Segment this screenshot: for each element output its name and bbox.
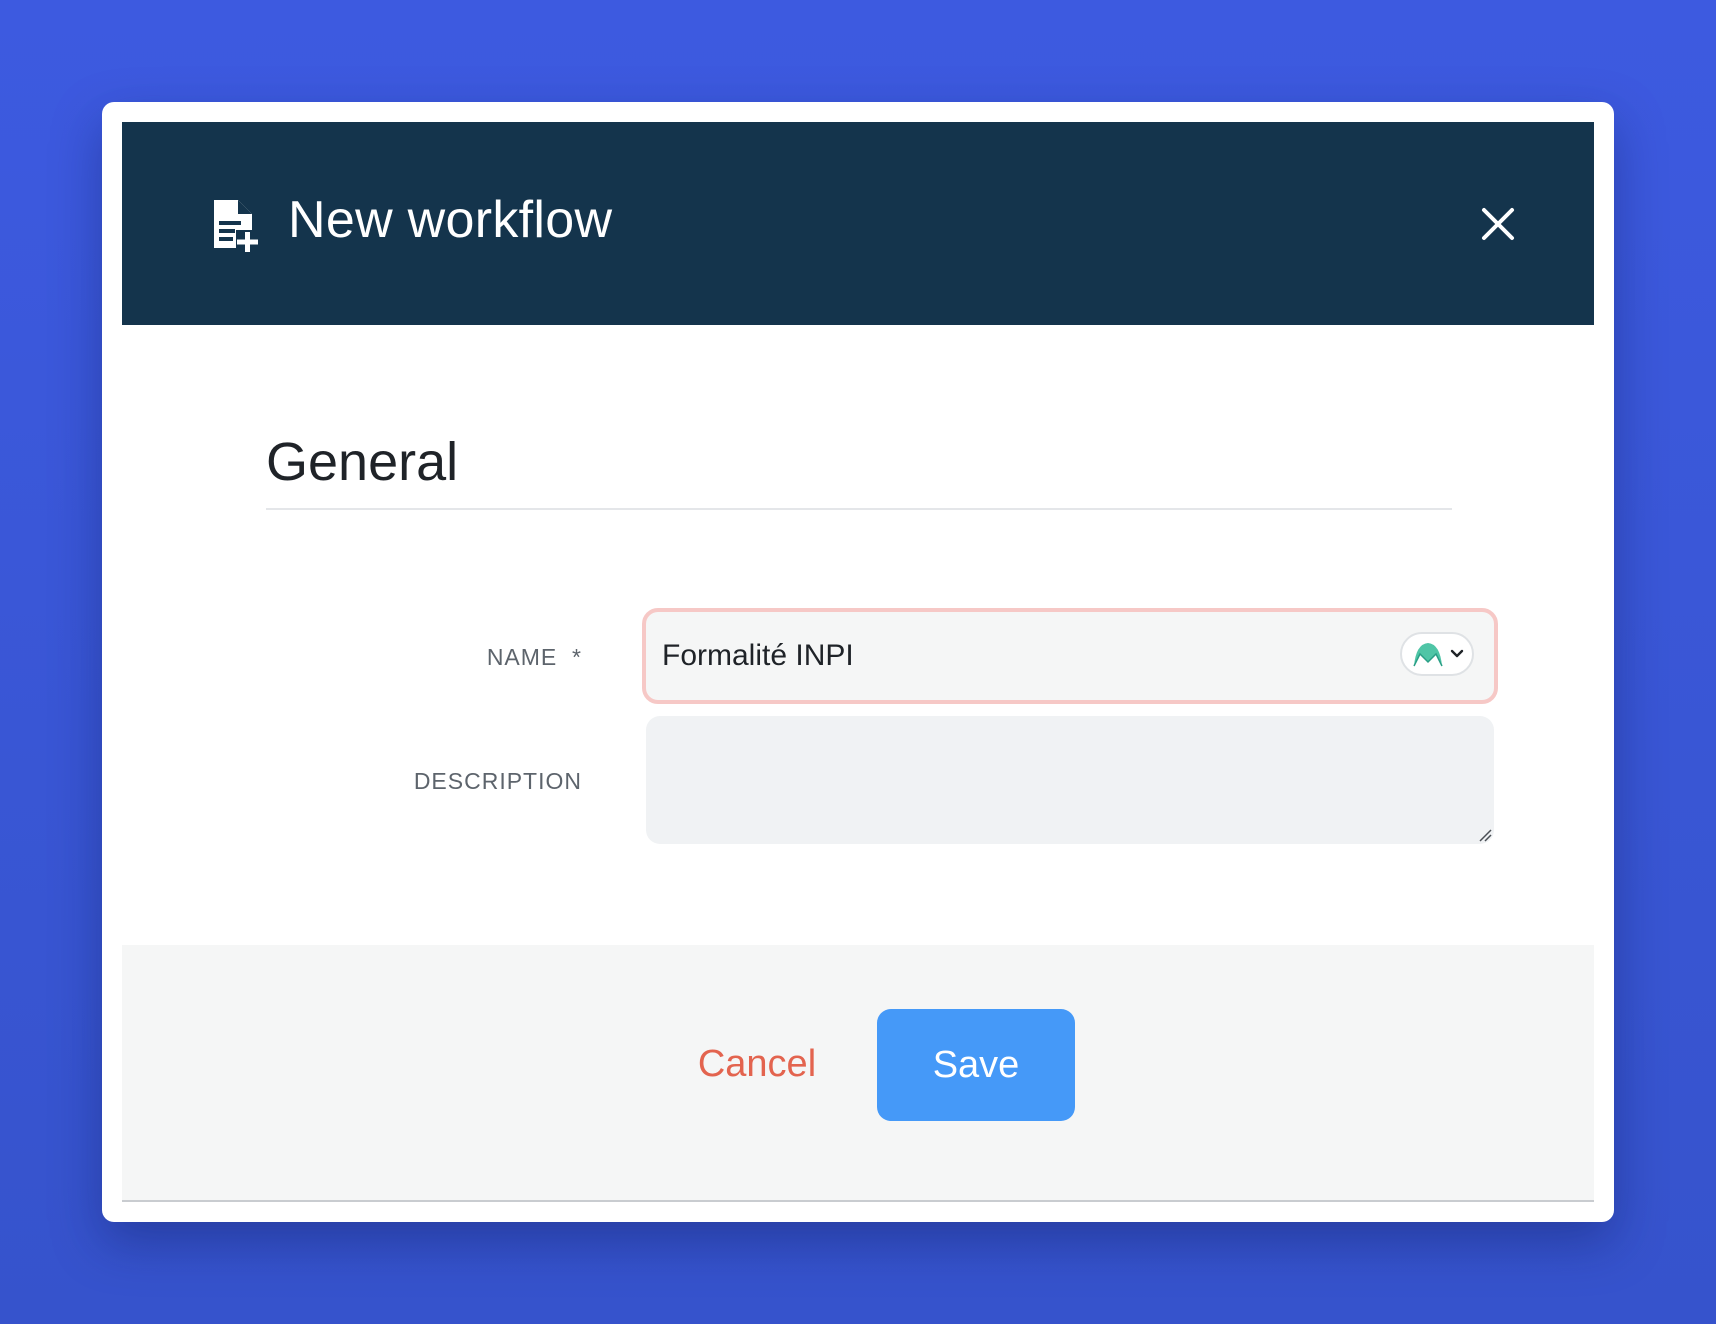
language-flag-icon	[1413, 643, 1443, 667]
name-field	[642, 608, 1498, 704]
modal-footer: Cancel Save	[122, 945, 1594, 1202]
new-workflow-modal: New workflow General NAME * DESCRIPTION	[102, 102, 1614, 1222]
section-title: General	[266, 432, 459, 492]
close-icon[interactable]	[1474, 200, 1522, 248]
resize-handle-icon[interactable]	[1478, 828, 1492, 842]
chevron-down-icon	[1450, 649, 1464, 658]
description-label: DESCRIPTION	[413, 768, 582, 794]
section-divider	[266, 508, 1452, 510]
modal-content: New workflow General NAME * DESCRIPTION	[122, 122, 1594, 1202]
save-button[interactable]: Save	[877, 1009, 1075, 1121]
language-picker[interactable]	[1400, 632, 1474, 676]
modal-title: New workflow	[288, 191, 613, 249]
modal-header: New workflow	[122, 122, 1594, 325]
name-label: NAME *	[486, 644, 582, 670]
name-input[interactable]	[662, 612, 1362, 700]
file-add-icon	[214, 200, 258, 252]
description-input[interactable]	[646, 716, 1494, 844]
cancel-button[interactable]: Cancel	[682, 1009, 832, 1119]
